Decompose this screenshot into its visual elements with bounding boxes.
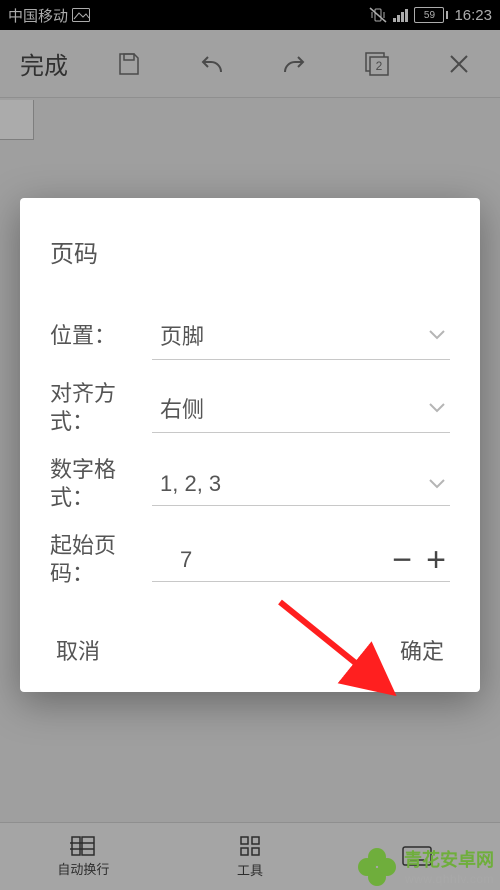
label-format: 数字格式： xyxy=(50,456,152,512)
stepper-plus[interactable]: + xyxy=(426,548,446,572)
chevron-down-icon xyxy=(428,402,446,414)
dialog-title: 页码 xyxy=(50,234,450,269)
cancel-button[interactable]: 取消 xyxy=(56,634,100,666)
watermark-url: www.qhhlv.com xyxy=(404,872,494,886)
watermark-brand: 青花安卓网 xyxy=(404,850,494,870)
label-start: 起始页码： xyxy=(50,532,152,588)
select-format[interactable]: 1, 2, 3 xyxy=(152,463,450,506)
clover-icon xyxy=(358,848,398,888)
ok-button[interactable]: 确定 xyxy=(400,634,444,666)
chevron-down-icon xyxy=(428,329,446,341)
value-format: 1, 2, 3 xyxy=(160,471,428,497)
label-align: 对齐方式： xyxy=(50,380,152,436)
value-position: 页脚 xyxy=(160,319,428,351)
select-align[interactable]: 右侧 xyxy=(152,384,450,433)
value-start: 7 xyxy=(180,547,392,573)
watermark: 青花安卓网 www.qhhlv.com xyxy=(358,848,494,888)
label-position: 位置： xyxy=(50,322,152,350)
stepper-minus[interactable]: − xyxy=(392,548,412,572)
stepper-start: 7 − + xyxy=(152,539,450,582)
page-number-dialog: 页码 位置： 页脚 对齐方式： 右侧 数字格式： 1, 2, 3 起始页码： 7… xyxy=(20,198,480,692)
value-align: 右侧 xyxy=(160,392,428,424)
select-position[interactable]: 页脚 xyxy=(152,311,450,360)
chevron-down-icon xyxy=(428,478,446,490)
